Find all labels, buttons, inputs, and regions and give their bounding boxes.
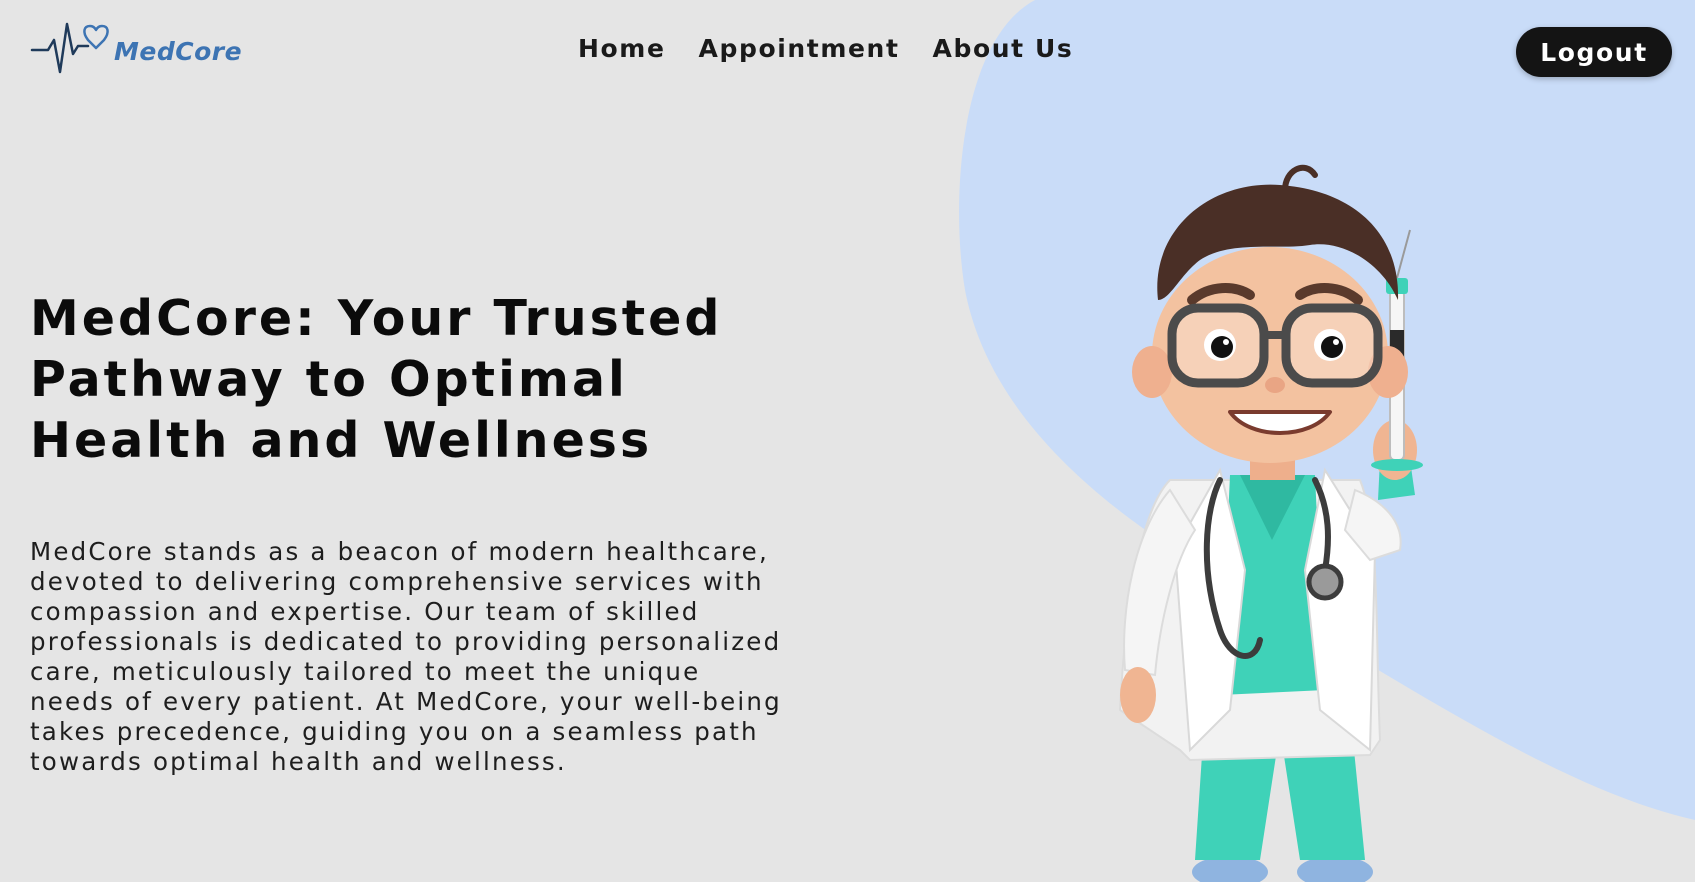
- hero-description-line: needs of every patient. At MedCore, your…: [30, 687, 782, 716]
- logout-button[interactable]: Logout: [1516, 27, 1672, 77]
- hero-description: MedCore stands as a beacon of modern hea…: [30, 537, 830, 777]
- nav-about-us[interactable]: About Us: [933, 34, 1074, 63]
- brand-logo[interactable]: MedCore: [30, 20, 242, 82]
- hero-description-line: towards optimal health and wellness.: [30, 747, 567, 776]
- hero-description-line: devoted to delivering comprehensive serv…: [30, 567, 764, 596]
- nav-appointment[interactable]: Appointment: [699, 34, 900, 63]
- hero-title-line: Pathway to Optimal: [30, 351, 628, 408]
- hero-description-line: care, meticulously tailored to meet the …: [30, 657, 701, 686]
- hero-description-line: takes precedence, guiding you on a seaml…: [30, 717, 759, 746]
- brand-name: MedCore: [114, 36, 243, 66]
- hero-description-line: professionals is dedicated to providing …: [30, 627, 782, 656]
- nav-home[interactable]: Home: [578, 34, 666, 63]
- hero-title-line: Health and Wellness: [30, 412, 653, 469]
- main-nav: Home Appointment About Us: [578, 34, 1073, 63]
- hero-title: MedCore: Your Trusted Pathway to Optimal…: [30, 288, 830, 471]
- hero-description-line: MedCore stands as a beacon of modern hea…: [30, 537, 769, 566]
- hero-title-line: MedCore: Your Trusted: [30, 290, 723, 347]
- doctor-illustration: [1118, 164, 1423, 882]
- heartbeat-heart-icon: [30, 22, 109, 74]
- hero-description-line: compassion and expertise. Our team of sk…: [30, 597, 700, 626]
- site-header: MedCore Home Appointment About Us Logout: [0, 0, 1695, 105]
